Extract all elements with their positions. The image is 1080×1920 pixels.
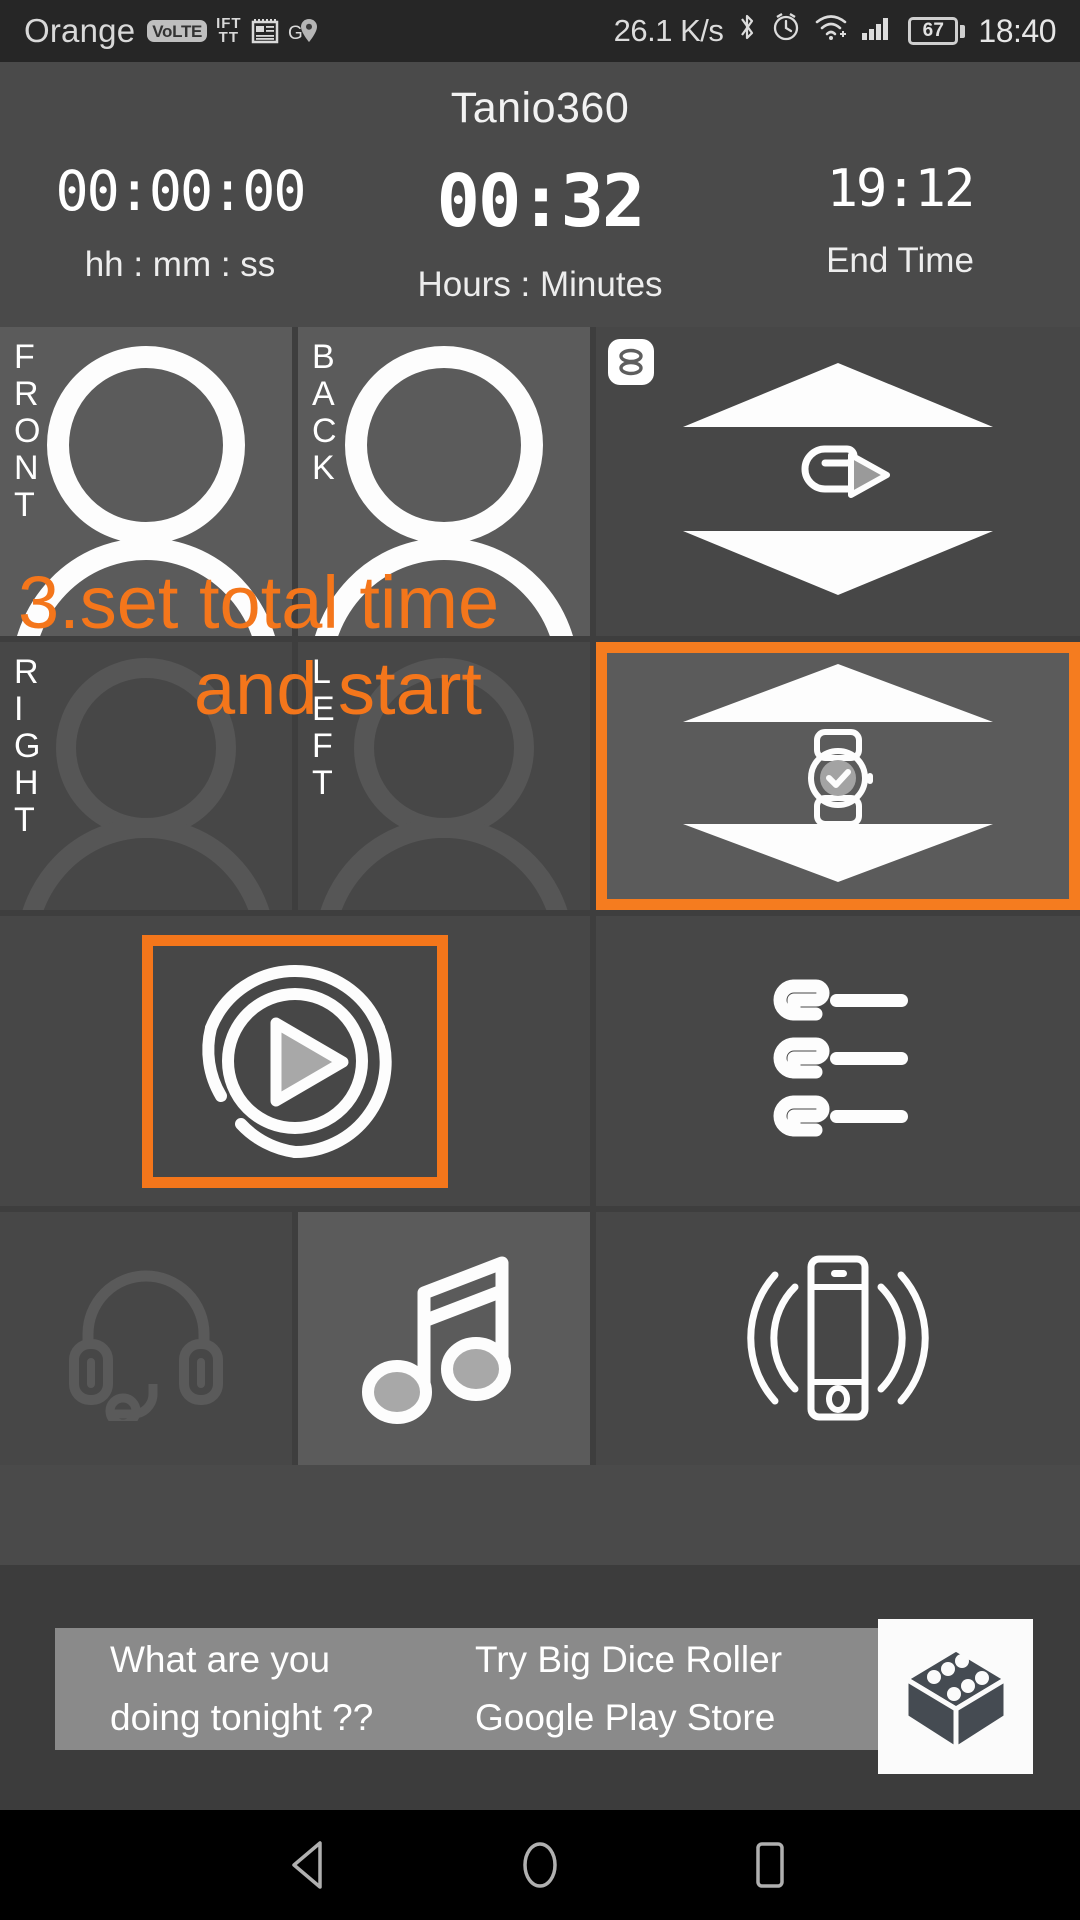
grid-row-4 [0,1212,1080,1465]
battery-level-label: 67 [908,17,959,45]
end-time-label: End Time [826,241,974,280]
stepper-down-arrow [683,824,993,882]
elapsed-time-value: 00:00:00 [55,159,307,223]
tile-playlist[interactable] [596,916,1080,1206]
person-icon [0,642,292,910]
back-button[interactable] [275,1830,345,1900]
battery-icon: 67 [908,17,966,45]
tile-play[interactable] [0,916,590,1206]
ad-left-text: What are you doing tonight ?? [55,1628,475,1750]
grid-row-1: FRONT BACK [0,327,1080,636]
list-icon [773,979,908,1136]
app-header: Tanio360 00:00:00 hh : mm : ss 00:32 Hou… [0,62,1080,327]
elapsed-time-label: hh : mm : ss [84,245,276,284]
status-bar: Orange VoLTE IFT TT G 26.1 K/s 67 18:40 [0,0,1080,62]
elapsed-time[interactable]: 00:00:00 hh : mm : ss [0,159,360,305]
tile-music[interactable] [298,1212,590,1465]
tile-time-stepper[interactable] [596,642,1080,910]
tile-front[interactable]: FRONT [0,327,292,636]
recents-button[interactable] [735,1830,805,1900]
alarm-icon [771,12,801,50]
end-time-value: 19:12 [826,159,976,219]
home-button[interactable] [505,1830,575,1900]
repeat-stepper-body [596,327,1080,636]
tile-headset[interactable] [0,1212,292,1465]
volte-icon: VoLTE [147,20,208,42]
tile-right[interactable]: RIGHT [0,642,292,910]
tile-vibrate[interactable] [596,1212,1080,1465]
ad-right-text: Try Big Dice Roller Google Play Store [475,1628,855,1750]
stepper-down-arrow [683,531,993,595]
tile-left[interactable]: LEFT [298,642,590,910]
ad-right-line-2: Google Play Store [475,1697,776,1738]
dice-icon[interactable] [878,1619,1033,1774]
person-icon [0,327,292,636]
time-stepper-body [596,642,1080,910]
ad-banner[interactable]: What are you doing tonight ?? Try Big Di… [55,1619,1033,1774]
headset-icon [69,1270,223,1421]
tile-back[interactable]: BACK [298,327,590,636]
grid-row-2: RIGHT LEFT [0,642,1080,910]
grid-row-3 [0,916,1080,1206]
wifi-icon [814,12,848,50]
ad-right-line-1: Try Big Dice Roller [475,1639,783,1680]
stepper-up-arrow [683,363,993,427]
ad-left-line-1: What are you [110,1639,331,1680]
total-time-value: 00:32 [436,159,646,243]
watch-icon [808,729,873,827]
page-title: Tanio360 [450,84,630,132]
tile-grid: FRONT BACK R I G H T L E F T [0,327,1080,1465]
android-nav-bar [0,1810,1080,1920]
app-screen: Orange VoLTE IFT TT G 26.1 K/s 67 18:40 … [0,0,1080,1920]
play-circle-icon [201,964,392,1158]
repeat-icon [801,445,890,498]
signal-icon [861,12,895,50]
total-time[interactable]: 00:32 Hours : Minutes [360,159,720,305]
network-speed-label: 26.1 K/s [613,13,724,48]
ad-region: What are you doing tonight ?? Try Big Di… [0,1565,1080,1810]
stepper-up-arrow [683,664,993,722]
carrier-label: Orange [24,12,136,49]
news-icon [251,17,279,45]
vibrate-phone-icon [747,1255,929,1421]
person-icon [298,327,590,636]
play-button[interactable] [142,934,448,1188]
status-clock: 18:40 [978,12,1056,49]
music-note-icon [361,1256,511,1424]
ad-left-line-2: doing tonight ?? [110,1697,374,1738]
google-maps-icon: G [288,16,318,46]
svg-text:G: G [288,23,303,44]
bluetooth-icon [736,11,758,51]
ifttt-icon: IFT TT [216,15,242,46]
person-icon [298,642,590,910]
end-time[interactable]: 19:12 End Time [720,159,1080,305]
tile-repeat-stepper[interactable] [596,327,1080,636]
timer-row: 00:00:00 hh : mm : ss 00:32 Hours : Minu… [0,159,1080,305]
total-time-label: Hours : Minutes [417,265,663,304]
